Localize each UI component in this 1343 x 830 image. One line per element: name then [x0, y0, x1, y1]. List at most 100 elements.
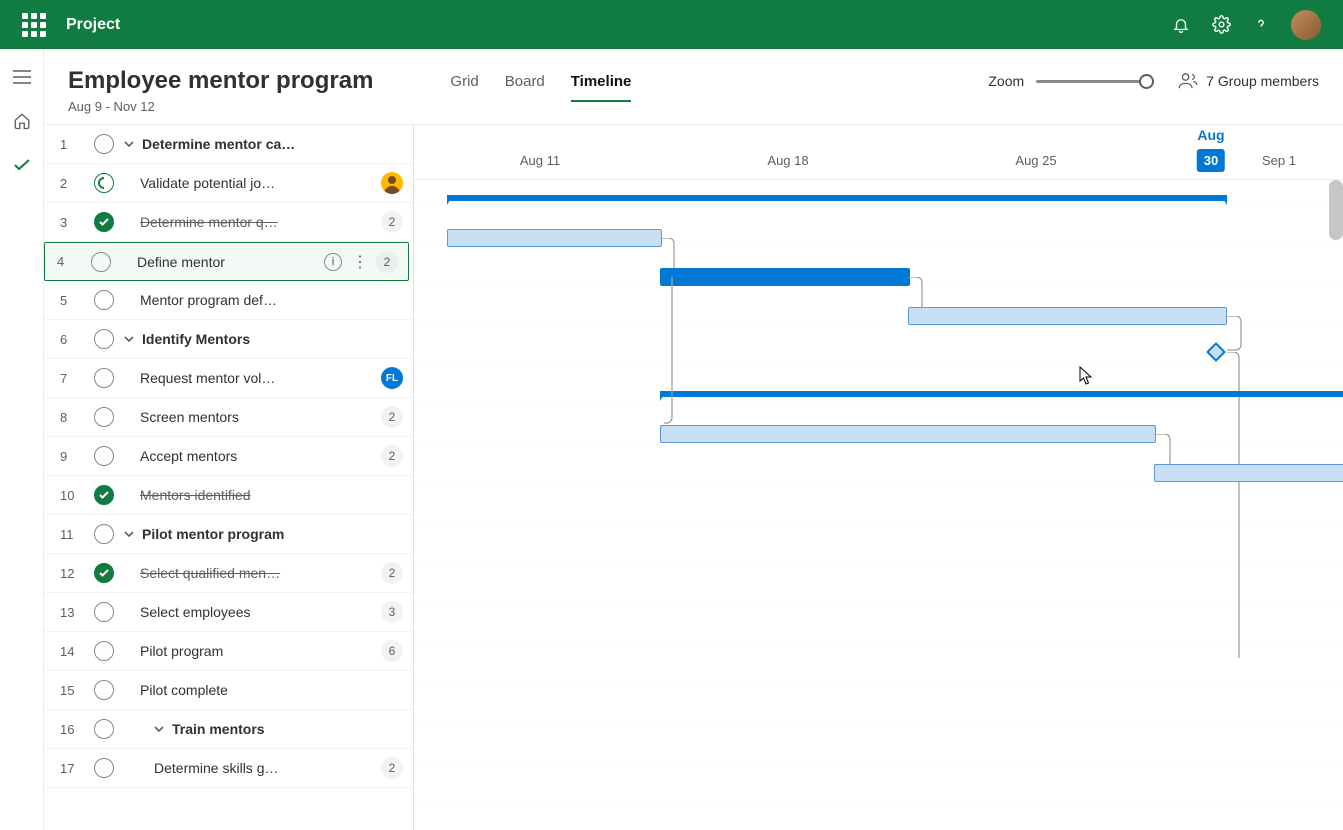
- task-name: Mentor program def…: [140, 292, 403, 308]
- row-number: 16: [60, 722, 84, 737]
- task-name: Pilot complete: [140, 682, 403, 698]
- task-name: Screen mentors: [140, 409, 377, 425]
- status-circle-icon[interactable]: [94, 524, 114, 544]
- task-count-badge: 2: [381, 211, 403, 233]
- task-row[interactable]: 6Identify Mentors: [44, 320, 413, 359]
- row-number: 13: [60, 605, 84, 620]
- gantt-bar[interactable]: [660, 268, 910, 286]
- chevron-down-icon[interactable]: [124, 331, 138, 347]
- row-number: 12: [60, 566, 84, 581]
- status-circle-icon[interactable]: [94, 446, 114, 466]
- gantt-bar-summary[interactable]: [660, 391, 1343, 397]
- task-row[interactable]: 2Validate potential jo…: [44, 164, 413, 203]
- task-name: Pilot mentor program: [142, 526, 403, 542]
- status-circle-icon[interactable]: [94, 407, 114, 427]
- status-circle-icon[interactable]: [94, 563, 114, 583]
- gantt-bar[interactable]: [1154, 464, 1343, 482]
- tab-board[interactable]: Board: [505, 73, 545, 102]
- task-row[interactable]: 1Determine mentor ca…: [44, 125, 413, 164]
- task-name: Determine mentor ca…: [142, 136, 403, 152]
- info-icon[interactable]: i: [324, 253, 342, 271]
- notifications-icon[interactable]: [1171, 15, 1191, 35]
- status-circle-icon[interactable]: [94, 134, 114, 154]
- project-header: Employee mentor program Aug 9 - Nov 12 G…: [44, 49, 1343, 124]
- task-name: Train mentors: [172, 721, 403, 737]
- task-name: Request mentor vol…: [140, 370, 377, 386]
- task-row[interactable]: 11Pilot mentor program: [44, 515, 413, 554]
- status-circle-icon[interactable]: [94, 602, 114, 622]
- home-icon[interactable]: [6, 105, 38, 137]
- task-row[interactable]: 9Accept mentors2: [44, 437, 413, 476]
- task-count-badge: 6: [381, 640, 403, 662]
- dependency-link: [1219, 352, 1241, 672]
- chevron-down-icon[interactable]: [124, 526, 138, 542]
- time-tick: Aug 11: [520, 153, 560, 168]
- row-number: 3: [60, 215, 84, 230]
- task-row[interactable]: 7Request mentor vol…FL: [44, 359, 413, 398]
- task-name: Mentors identified: [140, 487, 403, 503]
- zoom-label: Zoom: [988, 73, 1024, 89]
- task-row[interactable]: 10Mentors identified: [44, 476, 413, 515]
- dependency-link: [658, 277, 678, 432]
- nav-toggle-icon[interactable]: [6, 61, 38, 93]
- gantt-bar-summary[interactable]: [447, 195, 1227, 201]
- status-circle-icon[interactable]: [94, 641, 114, 661]
- task-row[interactable]: 4 Define mentori ⋮2: [44, 242, 409, 281]
- gantt-bar[interactable]: [447, 229, 662, 247]
- status-circle-icon[interactable]: [94, 758, 114, 778]
- task-row[interactable]: 13Select employees3: [44, 593, 413, 632]
- row-number: 14: [60, 644, 84, 659]
- zoom-slider[interactable]: [1036, 80, 1146, 83]
- status-circle-icon[interactable]: [91, 252, 111, 272]
- task-count-badge: 2: [376, 251, 398, 273]
- user-avatar[interactable]: [1291, 10, 1321, 40]
- settings-icon[interactable]: [1211, 15, 1231, 35]
- task-row[interactable]: 16 Train mentors: [44, 710, 413, 749]
- status-circle-icon[interactable]: [94, 368, 114, 388]
- row-number: 9: [60, 449, 84, 464]
- status-circle-icon[interactable]: [94, 290, 114, 310]
- task-row[interactable]: 8Screen mentors2: [44, 398, 413, 437]
- current-month: Aug: [1197, 127, 1224, 143]
- gantt-bar[interactable]: [908, 307, 1227, 325]
- task-row[interactable]: 12Select qualified men…2: [44, 554, 413, 593]
- status-circle-icon[interactable]: [94, 485, 114, 505]
- assignee-avatar[interactable]: [381, 172, 403, 194]
- tab-grid[interactable]: Grid: [450, 73, 478, 102]
- task-row[interactable]: 17Determine skills g…2: [44, 749, 413, 788]
- app-launcher-icon[interactable]: [22, 13, 46, 37]
- task-name: Validate potential jo…: [140, 175, 377, 191]
- task-row[interactable]: 5Mentor program def…: [44, 281, 413, 320]
- task-row[interactable]: 15 Pilot complete: [44, 671, 413, 710]
- status-circle-icon[interactable]: [94, 680, 114, 700]
- group-members-button[interactable]: 7 Group members: [1178, 67, 1319, 89]
- assignee-initials[interactable]: FL: [381, 367, 403, 389]
- cursor-icon: [1079, 366, 1093, 386]
- group-members-label: 7 Group members: [1206, 73, 1319, 89]
- status-circle-icon[interactable]: [94, 212, 114, 232]
- overflow-icon[interactable]: ⋮: [348, 252, 372, 272]
- task-count-badge: 2: [381, 562, 403, 584]
- tasks-icon[interactable]: [6, 149, 38, 181]
- chevron-down-icon[interactable]: [124, 136, 138, 152]
- task-name: Determine mentor q…: [140, 214, 377, 230]
- task-row[interactable]: 14Pilot program6: [44, 632, 413, 671]
- task-name: Determine skills g…: [154, 760, 377, 776]
- tab-timeline[interactable]: Timeline: [571, 73, 632, 102]
- help-icon[interactable]: [1251, 15, 1271, 35]
- view-tabs: Grid Board Timeline: [450, 67, 631, 102]
- gantt-bar[interactable]: [660, 425, 1156, 443]
- task-name: Define mentor: [137, 254, 324, 270]
- zoom-control: Zoom: [988, 67, 1146, 89]
- scrollbar-thumb[interactable]: [1329, 180, 1343, 240]
- status-circle-icon[interactable]: [94, 173, 114, 193]
- chevron-down-icon[interactable]: [154, 721, 168, 737]
- task-row[interactable]: 3 Determine mentor q…2: [44, 203, 413, 242]
- gantt-time-header: Aug 11 Aug 18 Aug 25 Aug 30 Sep 1: [414, 125, 1343, 180]
- row-number: 15: [60, 683, 84, 698]
- gantt-chart[interactable]: Aug 11 Aug 18 Aug 25 Aug 30 Sep 1: [414, 125, 1343, 830]
- status-circle-icon[interactable]: [94, 719, 114, 739]
- status-circle-icon[interactable]: [94, 329, 114, 349]
- row-number: 4: [57, 254, 81, 269]
- app-title: Project: [66, 16, 120, 34]
